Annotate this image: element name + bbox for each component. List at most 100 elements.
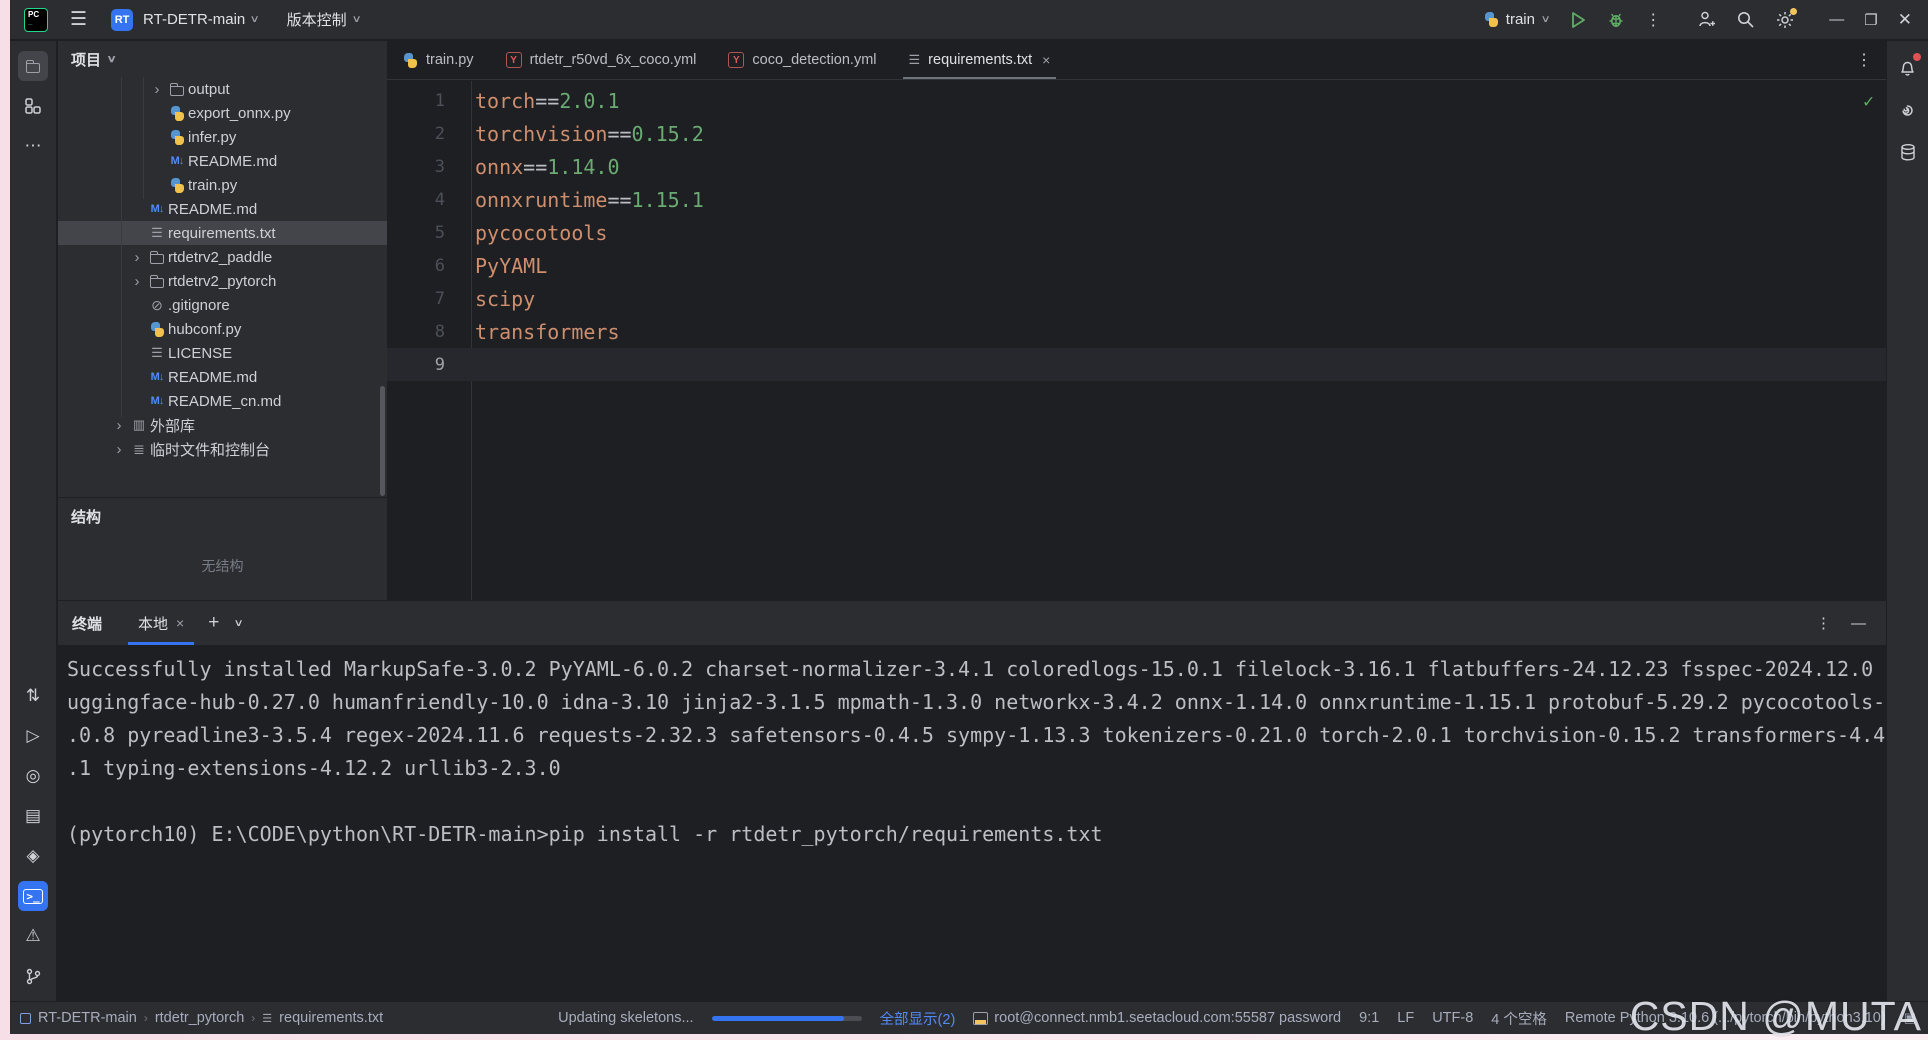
project-panel: 项目 ∨ ›output export_onnx.py infer.py REA… [58,41,387,497]
project-tree: ›output export_onnx.py infer.py README.m… [58,77,387,461]
show-all-processes-link[interactable]: 全部显示(2) [880,1008,956,1029]
text-file-icon: ☰ [262,1012,272,1025]
main-menu-icon[interactable]: ☰ [70,8,87,31]
terminal-output[interactable]: Successfully installed MarkupSafe-3.0.2 … [58,645,1886,851]
close-terminal-tab-icon[interactable]: × [176,615,184,631]
tab-coco-detection-yml[interactable]: Y coco_detection.yml [712,41,892,79]
caret-position-widget[interactable]: 9:1 [1359,1010,1379,1026]
tree-item-readme-cn[interactable]: README_cn.md [58,389,387,413]
services-tool-icon[interactable]: ◈ [18,841,48,871]
commit-tool-icon[interactable]: ⇅ [18,681,48,711]
encoding-widget[interactable]: UTF-8 [1432,1010,1473,1026]
project-selector[interactable]: RT-DETR-main ∨ [143,11,259,28]
tab-options-icon[interactable]: ⋮ [1856,50,1886,70]
text-file-icon: ☰ [909,52,921,68]
tree-item-license[interactable]: LICENSE [58,341,387,365]
project-badge[interactable]: RT [111,9,133,31]
hide-terminal-icon[interactable]: — [1851,615,1866,632]
csdn-watermark: CSDN @MUTA [1630,993,1922,1040]
python-console-tool-icon[interactable]: ◎ [18,761,48,791]
terminal-header: 终端 本地 × + ∨ ⋮ — [58,601,1886,645]
tree-item-readme-inner[interactable]: README.md [58,149,387,173]
breadcrumb-folder[interactable]: rtdetr_pytorch [155,1010,244,1026]
indent-guide [121,77,122,417]
tree-item-external-libraries[interactable]: ›外部库 [58,413,387,437]
maximize-button[interactable]: ❐ [1864,11,1877,29]
vcs-menu[interactable]: 版本控制 ∨ [287,9,360,30]
terminal-line: .0.8 pyreadline3-3.5.4 regex-2024.11.6 r… [67,719,1886,752]
run-button[interactable] [1569,11,1587,29]
structure-tool-icon[interactable] [18,91,48,121]
project-tool-icon[interactable] [18,51,48,81]
version-control-tool-icon[interactable] [18,961,48,991]
search-icon[interactable] [1736,10,1755,29]
pycharm-logo-icon[interactable]: PC_ [24,8,48,32]
code-line: 1torch==2.0.1 [387,84,1886,117]
code-line: 6PyYAML [387,249,1886,282]
structure-panel-title: 结构 [71,506,101,527]
chevron-down-icon: ∨ [107,54,117,65]
tree-item-output[interactable]: ›output [58,77,387,101]
run-config-name: train [1506,11,1535,28]
editor-tab-bar: train.py Y rtdetr_r50vd_6x_coco.yml Y co… [387,41,1886,80]
close-button[interactable]: ✕ [1898,10,1912,30]
database-icon[interactable] [1893,137,1923,167]
add-user-icon[interactable] [1697,10,1716,29]
settings-gear-icon[interactable] [1775,10,1795,30]
tab-requirements-txt[interactable]: ☰ requirements.txt × [893,41,1067,79]
project-icon [20,1013,31,1024]
tree-item-rtdetrv2-pytorch[interactable]: ›rtdetrv2_pytorch [58,269,387,293]
indent-widget[interactable]: 4 个空格 [1491,1008,1547,1029]
code-line-current: 9 [387,348,1886,381]
terminal-title: 终端 [72,613,102,634]
run-configuration-selector[interactable]: train ∨ [1484,11,1550,28]
code-line: 4onnxruntime==1.15.1 [387,183,1886,216]
notifications-bell-icon[interactable] [1893,53,1923,83]
tree-item-scratches[interactable]: ›临时文件和控制台 [58,437,387,461]
minimize-button[interactable]: — [1829,11,1844,28]
breadcrumb-project[interactable]: RT-DETR-main [38,1010,137,1026]
terminal-options-icon[interactable]: ⋮ [1816,614,1831,632]
run-tool-icon[interactable]: ▷ [18,721,48,751]
tree-scrollbar[interactable] [380,386,385,496]
debug-button[interactable] [1607,11,1625,29]
terminal-tool-icon[interactable]: >_ [18,881,48,911]
editor-pane[interactable]: ✓ 1torch==2.0.1 2torchvision==0.15.2 3on… [387,81,1886,600]
yaml-icon: Y [506,52,522,68]
remote-host-widget[interactable]: root@connect.nmb1.seetacloud.com:55587 p… [973,1010,1341,1026]
breadcrumb-file[interactable]: requirements.txt [279,1010,383,1026]
more-actions-icon[interactable]: ⋮ [1645,10,1661,30]
line-separator-widget[interactable]: LF [1397,1010,1414,1026]
ai-assistant-icon[interactable] [1893,95,1923,125]
left-tool-stripe: ⋯ ⇅ ▷ ◎ ▤ ◈ >_ ⚠ [10,41,57,1001]
code-line: 5pycocotools [387,216,1886,249]
problems-tool-icon[interactable]: ⚠ [18,921,48,951]
tree-item-hubconf[interactable]: hubconf.py [58,317,387,341]
settings-notification-dot [1790,8,1797,15]
tree-item-requirements[interactable]: requirements.txt [58,221,387,245]
structure-panel-header[interactable]: 结构 [58,498,387,534]
sftp-icon [973,1012,988,1025]
task-progress-bar[interactable] [712,1016,862,1021]
terminal-line: uggingface-hub-0.27.0 humanfriendly-10.0… [67,686,1886,719]
more-tool-windows-icon[interactable]: ⋯ [18,131,48,161]
terminal-panel: 终端 本地 × + ∨ ⋮ — Successfully installed M… [58,600,1886,1001]
terminal-dropdown-icon[interactable]: ∨ [234,618,244,629]
tree-item-train[interactable]: train.py [58,173,387,197]
tree-item-readme[interactable]: README.md [58,197,387,221]
python-packages-tool-icon[interactable]: ▤ [18,801,48,831]
terminal-line: .1 typing-extensions-4.12.2 urllib3-2.3.… [67,752,1886,785]
terminal-tab-local[interactable]: 本地 × [128,601,194,645]
tree-item-infer[interactable]: infer.py [58,125,387,149]
tree-item-gitignore[interactable]: .gitignore [58,293,387,317]
tree-item-rtdetrv2-paddle[interactable]: ›rtdetrv2_paddle [58,245,387,269]
project-panel-header[interactable]: 项目 ∨ [58,41,387,77]
tab-rtdetr-yml[interactable]: Y rtdetr_r50vd_6x_coco.yml [490,41,713,79]
new-terminal-icon[interactable]: + [208,612,219,634]
vcs-label: 版本控制 [287,9,347,30]
close-tab-icon[interactable]: × [1042,52,1050,68]
structure-panel: 结构 无结构 [58,497,387,600]
tree-item-readme-root[interactable]: README.md [58,365,387,389]
tree-item-export-onnx[interactable]: export_onnx.py [58,101,387,125]
tab-train-py[interactable]: train.py [387,41,490,79]
